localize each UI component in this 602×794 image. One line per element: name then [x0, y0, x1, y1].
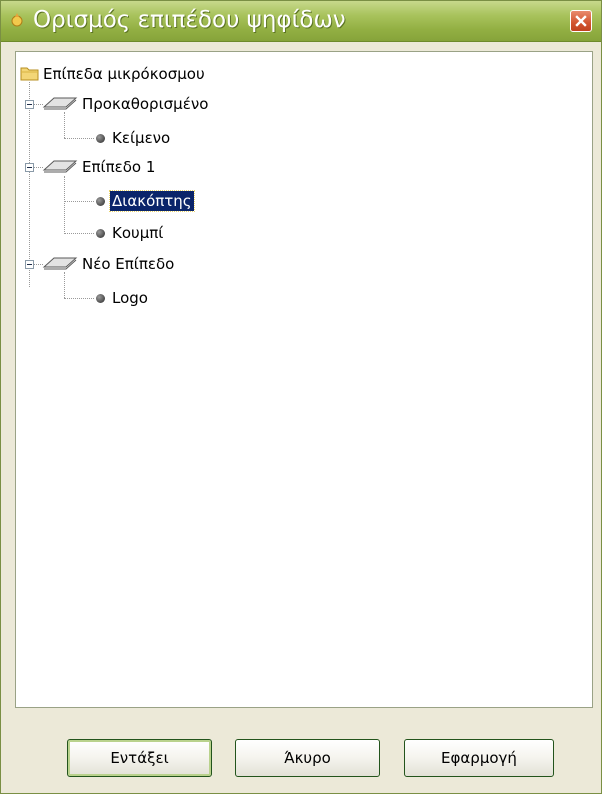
- tree-connector: [64, 201, 94, 202]
- tree-layer-label: Επίπεδο 1: [82, 158, 156, 176]
- dialog-title: Ορισμός επιπέδου ψηφίδων: [33, 7, 346, 33]
- title-bar[interactable]: Ορισμός επιπέδου ψηφίδων: [1, 1, 601, 42]
- ok-button[interactable]: Εντάξει: [67, 739, 212, 777]
- tree-connector: [64, 233, 94, 234]
- close-icon: [575, 15, 587, 27]
- app-icon: [11, 13, 23, 27]
- apply-button[interactable]: Εφαρμογή: [404, 739, 554, 777]
- folder-icon: [20, 67, 39, 81]
- bullet-icon: [96, 134, 105, 143]
- tree-child-node[interactable]: Logo: [94, 286, 394, 310]
- dialog-window: Ορισμός επιπέδου ψηφίδων Επίπεδα μικρόκο…: [0, 0, 602, 794]
- tree-root[interactable]: Επίπεδα μικρόκοσμου: [20, 62, 320, 86]
- tree-root-label: Επίπεδα μικρόκοσμου: [43, 65, 205, 83]
- tree-child-label: Logo: [112, 289, 148, 307]
- tree-layer-label: Νέο Επίπεδο: [82, 255, 175, 273]
- tree-child-label: Κουμπί: [112, 224, 164, 242]
- layer-tree[interactable]: Επίπεδα μικρόκοσμου Προκαθορισμένο Κείμε…: [15, 51, 593, 708]
- bullet-icon: [96, 229, 105, 238]
- tree-connector: [64, 138, 94, 139]
- tree-connector: [64, 176, 65, 234]
- tree-layer-node[interactable]: Επίπεδο 1: [42, 155, 342, 179]
- bullet-icon: [96, 197, 105, 206]
- close-button[interactable]: [570, 10, 592, 32]
- cancel-button[interactable]: Άκυρο: [235, 739, 380, 777]
- bullet-icon: [96, 294, 105, 303]
- collapse-toggle[interactable]: [25, 100, 34, 109]
- collapse-toggle[interactable]: [25, 260, 34, 269]
- layer-icon: [42, 160, 78, 173]
- tree-layer-node[interactable]: Προκαθορισμένο: [42, 92, 342, 116]
- layer-icon: [42, 97, 78, 110]
- tree-layer-label: Προκαθορισμένο: [82, 95, 209, 113]
- tree-child-label-selected: Διακόπτης: [109, 190, 195, 212]
- tree-connector: [64, 298, 94, 299]
- tree-child-node[interactable]: Κουμπί: [94, 221, 394, 245]
- tree-child-node[interactable]: Διακόπτης: [94, 189, 394, 213]
- tree-connector: [29, 82, 30, 287]
- tree-layer-node[interactable]: Νέο Επίπεδο: [42, 252, 342, 276]
- layer-icon: [42, 257, 78, 270]
- tree-child-node[interactable]: Κείμενο: [94, 126, 394, 150]
- collapse-toggle[interactable]: [25, 163, 34, 172]
- tree-child-label: Κείμενο: [112, 129, 171, 147]
